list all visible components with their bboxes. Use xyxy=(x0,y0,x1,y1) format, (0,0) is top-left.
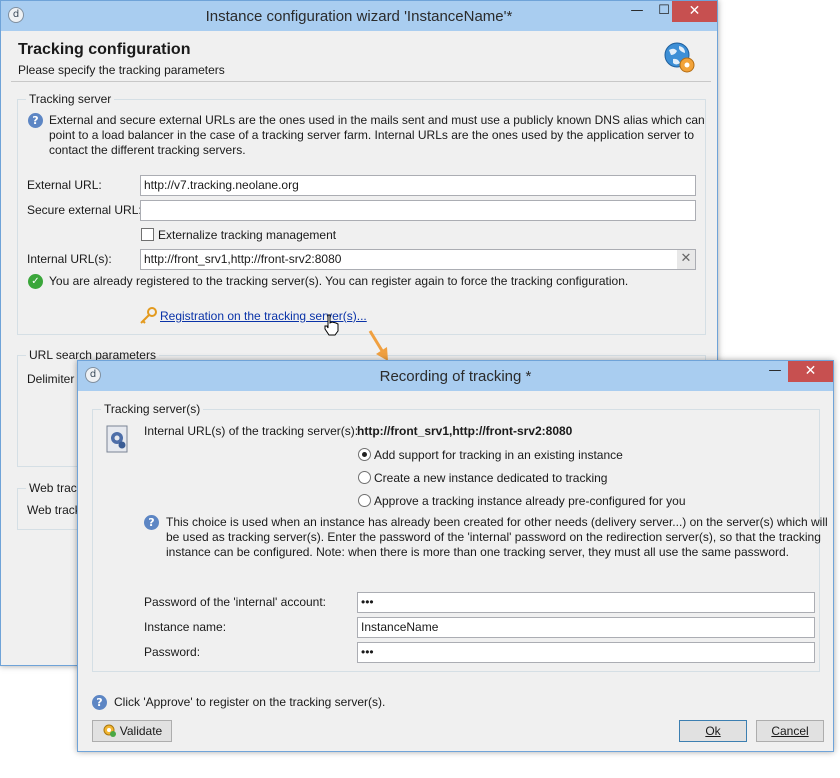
password-internal-label: Password of the 'internal' account: xyxy=(144,595,327,609)
internal-urls-label: Internal URL(s): xyxy=(27,252,112,266)
radio-approve-instance-label[interactable]: Approve a tracking instance already pre-… xyxy=(374,494,686,508)
radio-create-instance-label[interactable]: Create a new instance dedicated to track… xyxy=(374,471,607,485)
delimiter-label: Delimiter xyxy=(27,372,75,386)
tracking-help-line3: contact the different tracking servers. xyxy=(49,143,246,157)
ok-button[interactable]: Ok xyxy=(679,720,747,742)
recording-dialog: d Recording of tracking * — ✕ Tracking s… xyxy=(77,360,834,752)
password-field[interactable]: ••• xyxy=(357,642,815,663)
dialog-help-line2: be used as tracking server(s). Enter the… xyxy=(166,530,821,544)
ok-button-label: Ok xyxy=(705,724,721,738)
minimize-button[interactable]: — xyxy=(624,1,650,22)
dialog-title: Recording of tracking * xyxy=(379,368,532,385)
dialog-internal-urls-label: Internal URL(s) of the tracking server(s… xyxy=(144,424,359,438)
externalize-tracking-label: Externalize tracking management xyxy=(158,228,337,242)
dialog-titlebar: d Recording of tracking * — ✕ xyxy=(78,361,833,391)
cancel-button[interactable]: Cancel xyxy=(756,720,824,742)
dialog-help-icon: ? xyxy=(144,515,159,530)
dialog-help-line1: This choice is used when an instance has… xyxy=(166,515,828,529)
close-button[interactable]: ✕ xyxy=(672,1,717,22)
tracking-server-group-label: Tracking server xyxy=(26,92,115,106)
instance-name-label: Instance name: xyxy=(144,620,227,634)
validate-button[interactable]: Validate xyxy=(92,720,172,742)
globe-gear-icon xyxy=(663,41,697,75)
dialog-help-line3: instance can be configured. Note: when t… xyxy=(166,545,789,559)
internal-urls-field[interactable]: http://front_srv1,http://front-srv2:8080 xyxy=(140,249,696,270)
externalize-tracking-checkbox[interactable] xyxy=(141,228,154,241)
clear-field-icon[interactable]: ✕ xyxy=(677,250,695,269)
header-divider xyxy=(11,81,711,82)
cancel-button-label: Cancel xyxy=(771,724,809,738)
password-internal-field[interactable]: ••• xyxy=(357,592,815,613)
radio-approve-instance[interactable] xyxy=(358,494,371,507)
server-config-icon xyxy=(106,425,130,453)
registration-status-text: You are already registered to the tracki… xyxy=(49,274,629,288)
tracking-servers-group-label: Tracking server(s) xyxy=(101,402,204,416)
help-icon: ? xyxy=(28,113,43,128)
radio-add-support[interactable] xyxy=(358,448,371,461)
dialog-minimize-button[interactable]: — xyxy=(762,361,788,382)
instance-name-field[interactable]: InstanceName xyxy=(357,617,815,638)
wizard-titlebar: d Instance configuration wizard 'Instanc… xyxy=(1,1,717,31)
page-subtitle: Please specify the tracking parameters xyxy=(18,63,225,77)
password-label: Password: xyxy=(144,645,201,659)
secure-external-url-field[interactable] xyxy=(140,200,696,221)
footer-help-icon: ? xyxy=(92,695,107,710)
hand-cursor-icon xyxy=(323,314,341,336)
secure-external-url-label: Secure external URL: xyxy=(27,203,142,217)
dialog-internal-urls-value: http://front_srv1,http://front-srv2:8080 xyxy=(357,424,573,438)
key-icon xyxy=(139,307,157,325)
page-title: Tracking configuration xyxy=(18,41,191,58)
external-url-label: External URL: xyxy=(27,178,102,192)
tracking-help-line1: External and secure external URLs are th… xyxy=(49,113,705,127)
external-url-field[interactable]: http://v7.tracking.neolane.org xyxy=(140,175,696,196)
wizard-title: Instance configuration wizard 'InstanceN… xyxy=(205,8,513,25)
validate-gear-icon xyxy=(102,723,116,737)
radio-add-support-label[interactable]: Add support for tracking in an existing … xyxy=(374,448,623,462)
web-tracking-row-label: Web track xyxy=(27,503,81,517)
arrow-icon xyxy=(366,328,394,364)
tracking-help-line2: point to a load balancer in the case of … xyxy=(49,128,695,142)
success-check-icon: ✓ xyxy=(28,274,43,289)
dialog-close-button[interactable]: ✕ xyxy=(788,361,833,382)
footer-help-text: Click 'Approve' to register on the track… xyxy=(114,695,386,709)
validate-button-label: Validate xyxy=(119,724,163,738)
radio-create-instance[interactable] xyxy=(358,471,371,484)
